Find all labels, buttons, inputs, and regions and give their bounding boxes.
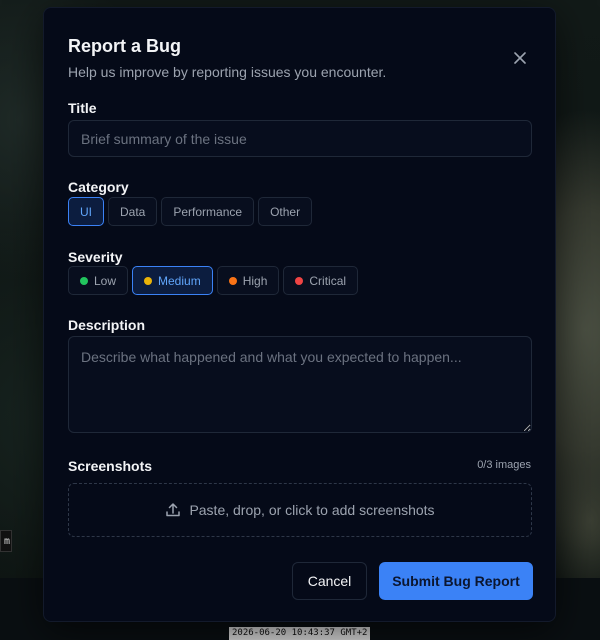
chip-label: Data: [120, 204, 146, 219]
description-label: Description: [68, 317, 146, 333]
screenshots-label: Screenshots: [68, 458, 153, 474]
close-icon: [514, 52, 526, 64]
category-chip-data[interactable]: Data: [108, 197, 158, 226]
map-timestamp: 2026-06-20 10:43:37 GMT+2: [229, 627, 371, 640]
title-label: Title: [68, 100, 97, 116]
dialog-subtitle: Help us improve by reporting issues you …: [68, 64, 387, 80]
description-textarea[interactable]: [68, 336, 532, 433]
bug-report-dialog: Report a Bug Help us improve by reportin…: [43, 7, 556, 622]
category-label: Category: [68, 179, 129, 195]
map-scale-label: m: [0, 530, 12, 552]
category-chip-performance[interactable]: Performance: [161, 197, 255, 226]
category-options: UI Data Performance Other: [68, 197, 313, 226]
severity-label: Severity: [68, 249, 123, 265]
severity-chip-medium[interactable]: Medium: [132, 266, 213, 295]
red-dot-icon: [295, 276, 304, 285]
severity-options: Low Medium High Critical: [68, 266, 359, 295]
chip-label: Performance: [173, 204, 243, 219]
dialog-title: Report a Bug: [68, 36, 182, 56]
upload-icon: [166, 503, 181, 517]
title-input[interactable]: [68, 120, 532, 157]
category-chip-ui[interactable]: UI: [68, 197, 104, 226]
chip-label: Medium: [158, 273, 201, 288]
dropzone-text: Paste, drop, or click to add screenshots: [189, 502, 435, 518]
green-dot-icon: [80, 276, 88, 285]
chip-label: Critical: [309, 273, 347, 288]
chip-label: UI: [80, 204, 92, 219]
chip-label: Other: [270, 204, 301, 219]
category-chip-other[interactable]: Other: [258, 197, 313, 226]
screenshot-counter: 0/3 images: [477, 459, 531, 471]
severity-chip-high[interactable]: High: [216, 266, 280, 295]
yellow-dot-icon: [144, 276, 153, 285]
screenshot-dropzone[interactable]: Paste, drop, or click to add screenshots: [68, 483, 532, 537]
close-button[interactable]: [508, 46, 532, 70]
orange-dot-icon: [228, 276, 237, 285]
cancel-button[interactable]: Cancel: [292, 562, 367, 600]
chip-label: Low: [94, 273, 117, 288]
chip-label: High: [242, 273, 268, 288]
severity-chip-low[interactable]: Low: [68, 266, 129, 295]
submit-bug-report-button[interactable]: Submit Bug Report: [379, 562, 533, 600]
severity-chip-critical[interactable]: Critical: [283, 266, 359, 295]
